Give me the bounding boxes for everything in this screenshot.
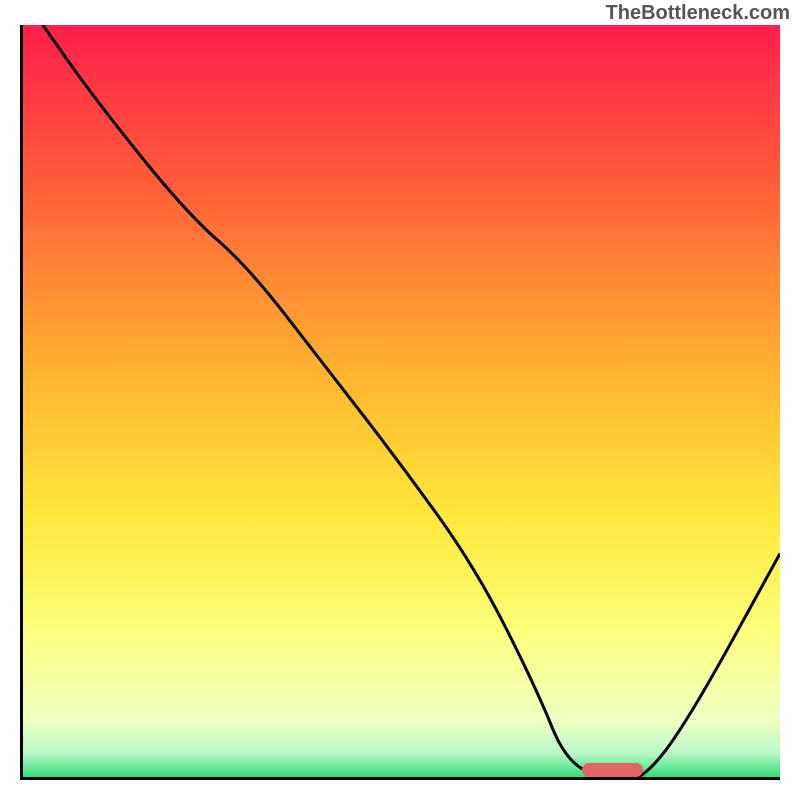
bottleneck-curve (43, 25, 780, 780)
curve-layer (20, 25, 780, 780)
watermark-text: TheBottleneck.com (606, 2, 790, 25)
plot-area (20, 25, 780, 780)
chart-container: TheBottleneck.com (0, 0, 800, 800)
optimal-marker (582, 763, 643, 777)
